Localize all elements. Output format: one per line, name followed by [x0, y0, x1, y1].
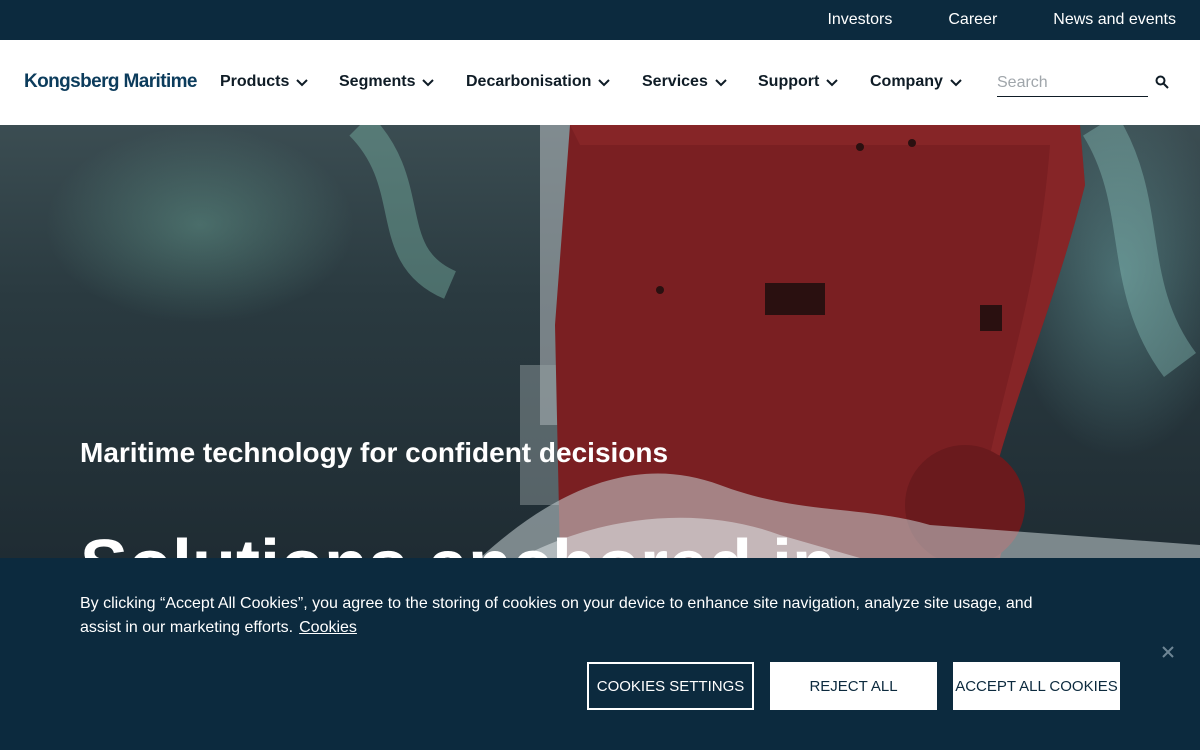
nav-item-segments[interactable]: Segments [339, 73, 435, 91]
search-field [997, 69, 1148, 97]
logo[interactable]: Kongsberg Maritime [24, 71, 198, 93]
nav-item-label: Services [642, 73, 708, 90]
page: Investors Career News and events Kongsbe… [0, 0, 1200, 750]
utility-link-investors[interactable]: Investors [827, 11, 892, 29]
nav-item-company[interactable]: Company [870, 73, 963, 91]
cookies-settings-button[interactable]: COOKIES SETTINGS [587, 662, 754, 710]
close-icon[interactable] [1161, 645, 1175, 659]
chevron-down-icon [598, 79, 611, 87]
hero-ship-image [348, 125, 1200, 558]
chevron-down-icon [422, 79, 435, 87]
search-input[interactable] [997, 69, 1148, 96]
chevron-down-icon [950, 79, 962, 87]
search-icon[interactable] [1155, 75, 1169, 89]
hero-title: Solutions anchored in [80, 525, 836, 558]
cookie-text: By clicking “Accept All Cookies”, you ag… [80, 595, 1033, 636]
hero-banner: Maritime technology for confident decisi… [0, 125, 1200, 558]
reject-all-button[interactable]: REJECT ALL [770, 662, 937, 710]
chevron-down-icon [715, 79, 727, 87]
utility-link-career[interactable]: Career [948, 11, 997, 29]
nav-item-label: Support [758, 73, 820, 90]
nav-item-label: Segments [339, 73, 416, 90]
accept-all-cookies-button[interactable]: ACCEPT ALL COOKIES [953, 662, 1120, 710]
nav-item-decarbonisation[interactable]: Decarbonisation [466, 73, 611, 91]
cookie-message: By clicking “Accept All Cookies”, you ag… [80, 592, 1060, 640]
nav-item-label: Company [870, 73, 943, 90]
hero-subtitle: Maritime technology for confident decisi… [80, 437, 669, 468]
main-header: Kongsberg Maritime Products Segments Dec… [0, 40, 1200, 125]
utility-bar: Investors Career News and events [0, 0, 1200, 40]
nav-item-label: Products [220, 73, 290, 90]
chevron-down-icon [826, 79, 839, 87]
nav-item-support[interactable]: Support [758, 73, 839, 91]
chevron-down-icon [296, 79, 309, 87]
nav-item-services[interactable]: Services [642, 73, 728, 91]
nav-item-label: Decarbonisation [466, 73, 592, 90]
nav-item-products[interactable]: Products [220, 73, 309, 91]
cookie-policy-link[interactable]: Cookies [299, 619, 357, 636]
utility-link-news-and-events[interactable]: News and events [1053, 11, 1176, 29]
cookie-banner: By clicking “Accept All Cookies”, you ag… [0, 558, 1200, 750]
